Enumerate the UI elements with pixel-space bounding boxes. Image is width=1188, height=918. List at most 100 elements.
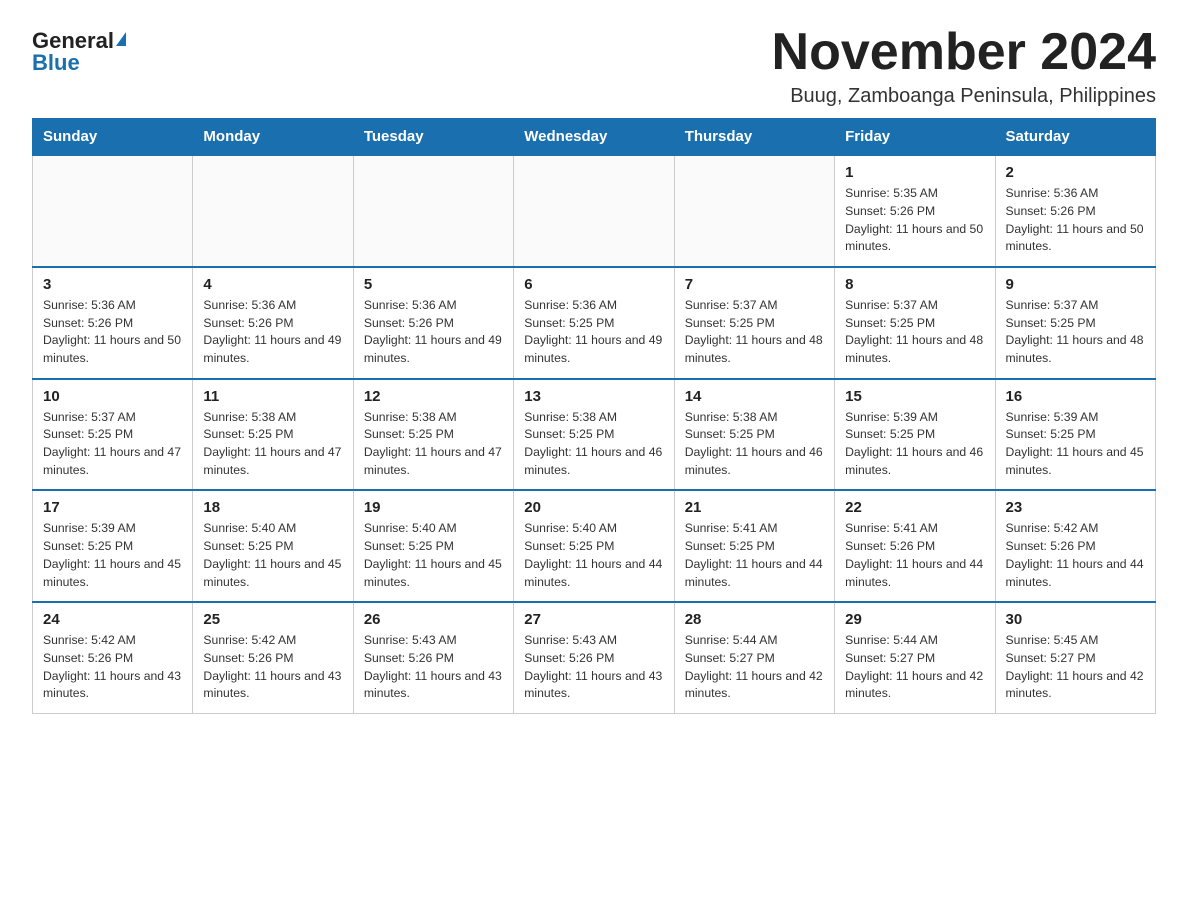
calendar-cell: 11Sunrise: 5:38 AMSunset: 5:25 PMDayligh…	[193, 379, 353, 491]
calendar-cell: 15 Sunrise: 5:39 AMSunset: 5:25 PMDayligh…	[835, 379, 995, 491]
day-number: 14	[685, 388, 824, 405]
calendar-header-sunday: Sunday	[33, 119, 193, 156]
calendar-cell: 29 Sunrise: 5:44 AMSunset: 5:27 PMDayligh…	[835, 602, 995, 713]
day-number: 19	[364, 499, 503, 516]
calendar-cell: 21 Sunrise: 5:41 AMSunset: 5:25 PMDayligh…	[674, 490, 834, 602]
calendar-header-wednesday: Wednesday	[514, 119, 674, 156]
calendar-cell: 28 Sunrise: 5:44 AMSunset: 5:27 PMDayligh…	[674, 602, 834, 713]
calendar-cell: 4 Sunrise: 5:36 AMSunset: 5:26 PMDaylight…	[193, 267, 353, 379]
day-info: Sunrise: 5:43 AMSunset: 5:26 PMDaylight:…	[364, 632, 503, 703]
calendar-header-friday: Friday	[835, 119, 995, 156]
calendar-header-row: SundayMondayTuesdayWednesdayThursdayFrid…	[33, 119, 1156, 156]
calendar-cell: 6 Sunrise: 5:36 AMSunset: 5:25 PMDaylight…	[514, 267, 674, 379]
day-info: Sunrise: 5:40 AMSunset: 5:25 PMDaylight:…	[203, 520, 342, 591]
day-number: 30	[1006, 611, 1145, 628]
logo-general-text: General	[32, 30, 114, 52]
day-info: Sunrise: 5:38 AMSunset: 5:25 PMDaylight:…	[203, 409, 342, 480]
week-row-1: 1 Sunrise: 5:35 AMSunset: 5:26 PMDaylight…	[33, 155, 1156, 267]
day-number: 16	[1006, 388, 1145, 405]
calendar-cell: 19 Sunrise: 5:40 AMSunset: 5:25 PMDayligh…	[353, 490, 513, 602]
week-row-2: 3 Sunrise: 5:36 AMSunset: 5:26 PMDaylight…	[33, 267, 1156, 379]
week-row-5: 24 Sunrise: 5:42 AMSunset: 5:26 PMDayligh…	[33, 602, 1156, 713]
calendar-cell	[33, 155, 193, 267]
day-info: Sunrise: 5:37 AMSunset: 5:25 PMDaylight:…	[43, 409, 182, 480]
day-info: Sunrise: 5:38 AMSunset: 5:25 PMDaylight:…	[685, 409, 824, 480]
day-number: 8	[845, 276, 984, 293]
calendar-cell	[353, 155, 513, 267]
day-number: 2	[1006, 164, 1145, 181]
day-info: Sunrise: 5:37 AMSunset: 5:25 PMDaylight:…	[685, 297, 824, 368]
calendar-table: SundayMondayTuesdayWednesdayThursdayFrid…	[32, 118, 1156, 714]
day-number: 25	[203, 611, 342, 628]
calendar-cell: 17Sunrise: 5:39 AMSunset: 5:25 PMDayligh…	[33, 490, 193, 602]
logo: General Blue	[32, 24, 126, 74]
day-info: Sunrise: 5:39 AMSunset: 5:25 PMDaylight:…	[1006, 409, 1145, 480]
day-info: Sunrise: 5:41 AMSunset: 5:25 PMDaylight:…	[685, 520, 824, 591]
calendar-cell: 12Sunrise: 5:38 AMSunset: 5:25 PMDayligh…	[353, 379, 513, 491]
day-number: 9	[1006, 276, 1145, 293]
day-number: 24	[43, 611, 182, 628]
day-number: 18	[203, 499, 342, 516]
month-year-title: November 2024	[772, 24, 1156, 81]
day-number: 1	[845, 164, 984, 181]
day-number: 5	[364, 276, 503, 293]
day-info: Sunrise: 5:43 AMSunset: 5:26 PMDaylight:…	[524, 632, 663, 703]
day-number: 22	[845, 499, 984, 516]
day-info: Sunrise: 5:37 AMSunset: 5:25 PMDaylight:…	[845, 297, 984, 368]
logo-blue-text: Blue	[32, 52, 80, 74]
calendar-cell: 25 Sunrise: 5:42 AMSunset: 5:26 PMDayligh…	[193, 602, 353, 713]
day-number: 10	[43, 388, 182, 405]
calendar-cell	[514, 155, 674, 267]
day-info: Sunrise: 5:38 AMSunset: 5:25 PMDaylight:…	[364, 409, 503, 480]
calendar-cell: 22Sunrise: 5:41 AMSunset: 5:26 PMDayligh…	[835, 490, 995, 602]
page-header: General Blue November 2024 Buug, Zamboan…	[32, 24, 1156, 108]
calendar-cell: 24 Sunrise: 5:42 AMSunset: 5:26 PMDayligh…	[33, 602, 193, 713]
day-info: Sunrise: 5:44 AMSunset: 5:27 PMDaylight:…	[845, 632, 984, 703]
calendar-cell: 26Sunrise: 5:43 AMSunset: 5:26 PMDayligh…	[353, 602, 513, 713]
calendar-cell: 14 Sunrise: 5:38 AMSunset: 5:25 PMDayligh…	[674, 379, 834, 491]
day-info: Sunrise: 5:42 AMSunset: 5:26 PMDaylight:…	[203, 632, 342, 703]
day-info: Sunrise: 5:35 AMSunset: 5:26 PMDaylight:…	[845, 185, 984, 256]
day-info: Sunrise: 5:36 AMSunset: 5:26 PMDaylight:…	[1006, 185, 1145, 256]
day-number: 20	[524, 499, 663, 516]
day-number: 21	[685, 499, 824, 516]
day-info: Sunrise: 5:44 AMSunset: 5:27 PMDaylight:…	[685, 632, 824, 703]
day-number: 28	[685, 611, 824, 628]
week-row-4: 17Sunrise: 5:39 AMSunset: 5:25 PMDayligh…	[33, 490, 1156, 602]
calendar-cell: 3 Sunrise: 5:36 AMSunset: 5:26 PMDaylight…	[33, 267, 193, 379]
day-number: 23	[1006, 499, 1145, 516]
day-info: Sunrise: 5:37 AMSunset: 5:25 PMDaylight:…	[1006, 297, 1145, 368]
day-info: Sunrise: 5:39 AMSunset: 5:25 PMDaylight:…	[845, 409, 984, 480]
day-info: Sunrise: 5:36 AMSunset: 5:26 PMDaylight:…	[203, 297, 342, 368]
calendar-cell: 7 Sunrise: 5:37 AMSunset: 5:25 PMDaylight…	[674, 267, 834, 379]
calendar-cell: 10 Sunrise: 5:37 AMSunset: 5:25 PMDayligh…	[33, 379, 193, 491]
day-info: Sunrise: 5:40 AMSunset: 5:25 PMDaylight:…	[364, 520, 503, 591]
calendar-header-tuesday: Tuesday	[353, 119, 513, 156]
calendar-cell: 9 Sunrise: 5:37 AMSunset: 5:25 PMDaylight…	[995, 267, 1155, 379]
calendar-cell: 13Sunrise: 5:38 AMSunset: 5:25 PMDayligh…	[514, 379, 674, 491]
calendar-cell	[193, 155, 353, 267]
day-number: 27	[524, 611, 663, 628]
day-info: Sunrise: 5:36 AMSunset: 5:25 PMDaylight:…	[524, 297, 663, 368]
day-number: 15	[845, 388, 984, 405]
day-info: Sunrise: 5:42 AMSunset: 5:26 PMDaylight:…	[43, 632, 182, 703]
day-info: Sunrise: 5:36 AMSunset: 5:26 PMDaylight:…	[43, 297, 182, 368]
calendar-cell: 18 Sunrise: 5:40 AMSunset: 5:25 PMDayligh…	[193, 490, 353, 602]
calendar-header-saturday: Saturday	[995, 119, 1155, 156]
calendar-header-monday: Monday	[193, 119, 353, 156]
calendar-cell: 30Sunrise: 5:45 AMSunset: 5:27 PMDayligh…	[995, 602, 1155, 713]
calendar-cell: 5Sunrise: 5:36 AMSunset: 5:26 PMDaylight…	[353, 267, 513, 379]
calendar-cell: 2 Sunrise: 5:36 AMSunset: 5:26 PMDaylight…	[995, 155, 1155, 267]
day-number: 7	[685, 276, 824, 293]
day-info: Sunrise: 5:38 AMSunset: 5:25 PMDaylight:…	[524, 409, 663, 480]
calendar-cell: 27 Sunrise: 5:43 AMSunset: 5:26 PMDayligh…	[514, 602, 674, 713]
day-number: 29	[845, 611, 984, 628]
calendar-cell: 20Sunrise: 5:40 AMSunset: 5:25 PMDayligh…	[514, 490, 674, 602]
day-number: 4	[203, 276, 342, 293]
calendar-cell: 23Sunrise: 5:42 AMSunset: 5:26 PMDayligh…	[995, 490, 1155, 602]
day-number: 6	[524, 276, 663, 293]
week-row-3: 10 Sunrise: 5:37 AMSunset: 5:25 PMDayligh…	[33, 379, 1156, 491]
day-number: 17	[43, 499, 182, 516]
day-number: 3	[43, 276, 182, 293]
calendar-header-thursday: Thursday	[674, 119, 834, 156]
